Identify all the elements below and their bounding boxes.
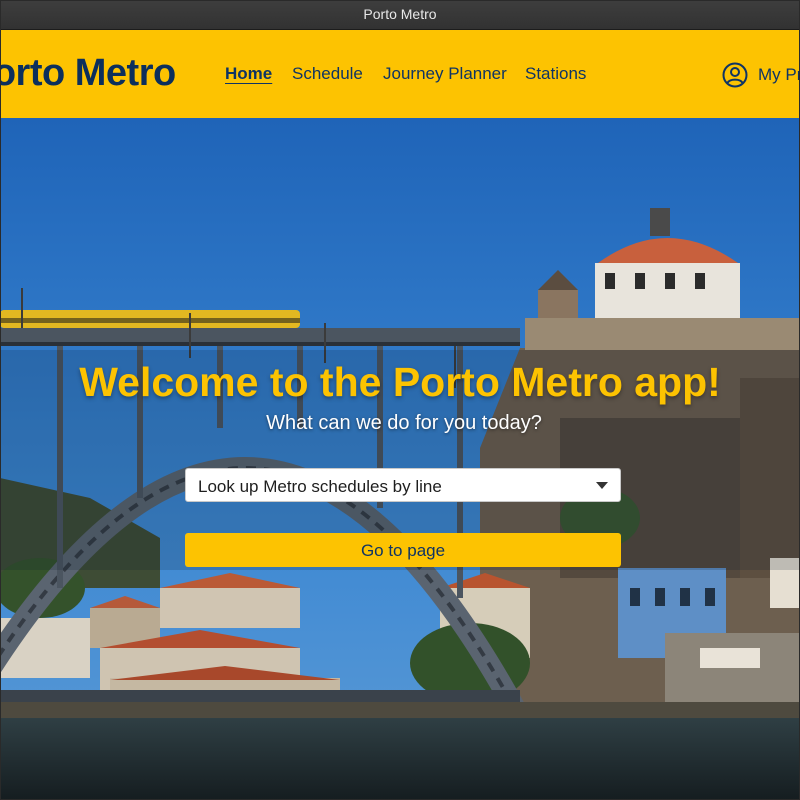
profile-menu[interactable]: My Profile bbox=[722, 62, 800, 88]
brand-logo-text[interactable]: Porto Metro bbox=[0, 52, 176, 95]
nav-link-stations[interactable]: Stations bbox=[525, 64, 586, 84]
hero-section: Welcome to the Porto Metro app! What can… bbox=[0, 118, 800, 800]
go-to-page-button[interactable]: Go to page bbox=[185, 533, 621, 567]
hero-heading: Welcome to the Porto Metro app! bbox=[79, 359, 721, 405]
window-title: Porto Metro bbox=[363, 6, 437, 22]
nav-link-journey-planner[interactable]: Journey Planner bbox=[383, 64, 507, 84]
window-title-bar: Porto Metro bbox=[0, 0, 800, 30]
hero-subheading: What can we do for you today? bbox=[266, 412, 542, 434]
chevron-down-icon bbox=[596, 482, 608, 489]
nav-link-home[interactable]: Home bbox=[225, 64, 272, 84]
destination-select[interactable]: Look up Metro schedules by line bbox=[185, 468, 621, 502]
user-circle-icon bbox=[722, 62, 748, 88]
top-navbar: Porto Metro Home Schedule Journey Planne… bbox=[0, 30, 800, 118]
destination-select-value: Look up Metro schedules by line bbox=[198, 477, 442, 496]
nav-link-schedule[interactable]: Schedule bbox=[292, 64, 363, 84]
profile-label: My Profile bbox=[758, 65, 800, 84]
